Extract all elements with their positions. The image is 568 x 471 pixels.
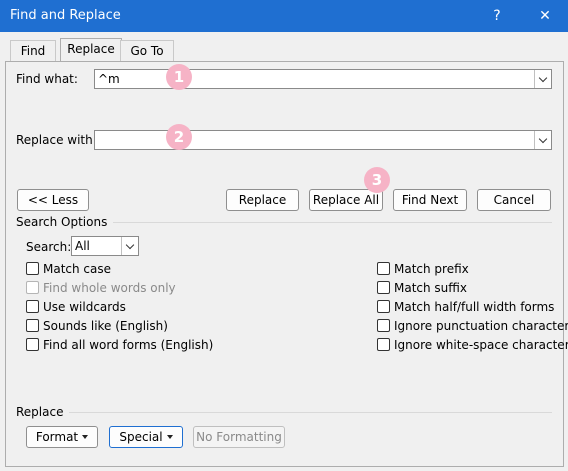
ignore-whitespace-label: Ignore white-space characters — [394, 338, 568, 352]
replace-with-label: Replace with: — [16, 133, 97, 147]
match-suffix-label: Match suffix — [394, 281, 467, 295]
step-marker-3: 3 — [364, 167, 390, 193]
dropdown-caret-icon — [166, 435, 173, 439]
window-title: Find and Replace — [10, 8, 121, 23]
replace-section-heading: Replace — [16, 405, 70, 419]
close-icon[interactable]: ✕ — [530, 4, 560, 28]
chevron-down-icon[interactable] — [534, 131, 551, 149]
cancel-button[interactable]: Cancel — [477, 189, 551, 211]
special-button[interactable]: Special — [109, 426, 183, 448]
match-prefix-label: Match prefix — [394, 262, 469, 276]
search-direction-value: All — [75, 239, 90, 253]
match-case-label: Match case — [43, 262, 112, 276]
special-label: Special — [119, 430, 163, 444]
step-marker-2: 2 — [166, 124, 192, 150]
word-forms-label: Find all word forms (English) — [43, 338, 214, 352]
replace-section: Replace — [16, 405, 552, 419]
tab-replace[interactable]: Replace — [60, 38, 122, 62]
match-case-checkbox[interactable]: Match case — [26, 262, 111, 276]
tab-goto[interactable]: Go To — [120, 40, 174, 62]
replace-with-input[interactable] — [94, 130, 552, 150]
search-options-section: Search Options — [16, 215, 552, 229]
ignore-punctuation-label: Ignore punctuation characters — [394, 319, 568, 333]
half-full-width-label: Match half/full width forms — [394, 300, 555, 314]
search-direction-label: Search: — [26, 240, 72, 254]
no-formatting-button: No Formatting — [193, 426, 285, 448]
word-forms-checkbox[interactable]: Find all word forms (English) — [26, 338, 213, 352]
help-icon[interactable]: ? — [482, 4, 512, 28]
sounds-like-label: Sounds like (English) — [43, 319, 168, 333]
tab-find[interactable]: Find — [10, 40, 56, 62]
format-label: Format — [35, 430, 79, 444]
title-bar: Find and Replace ? ✕ — [0, 0, 568, 32]
find-next-button[interactable]: Find Next — [393, 189, 467, 211]
find-what-label: Find what: — [16, 72, 78, 86]
ignore-punctuation-checkbox[interactable]: Ignore punctuation characters — [377, 319, 568, 333]
match-prefix-checkbox[interactable]: Match prefix — [377, 262, 469, 276]
match-suffix-checkbox[interactable]: Match suffix — [377, 281, 467, 295]
search-direction-select[interactable]: All — [71, 236, 139, 256]
dropdown-caret-icon — [82, 435, 89, 439]
find-what-value: ^m — [98, 72, 120, 86]
wildcards-checkbox[interactable]: Use wildcards — [26, 300, 126, 314]
format-button[interactable]: Format — [26, 426, 98, 448]
find-what-input[interactable]: ^m — [94, 69, 552, 89]
ignore-whitespace-checkbox[interactable]: Ignore white-space characters — [377, 338, 568, 352]
whole-words-checkbox: Find whole words only — [26, 281, 176, 295]
wildcards-label: Use wildcards — [43, 300, 126, 314]
step-marker-1: 1 — [166, 64, 192, 90]
search-options-heading: Search Options — [16, 215, 114, 229]
chevron-down-icon[interactable] — [121, 237, 138, 255]
sounds-like-checkbox[interactable]: Sounds like (English) — [26, 319, 168, 333]
whole-words-label: Find whole words only — [43, 281, 176, 295]
less-button[interactable]: << Less — [17, 189, 89, 211]
half-full-width-checkbox[interactable]: Match half/full width forms — [377, 300, 554, 314]
chevron-down-icon[interactable] — [534, 70, 551, 88]
replace-button[interactable]: Replace — [226, 189, 299, 211]
